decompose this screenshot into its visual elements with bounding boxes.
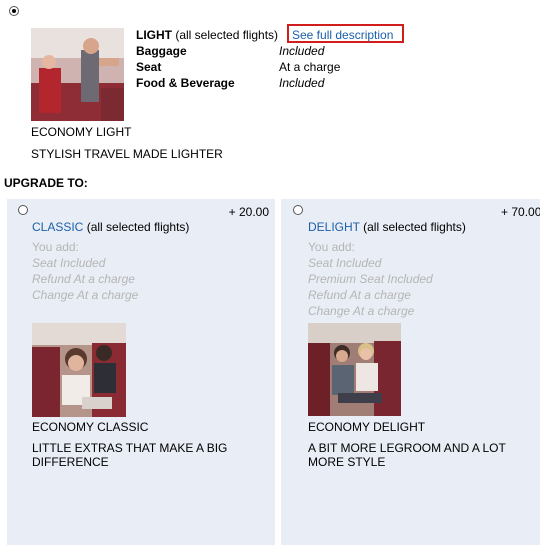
baggage-value: Included <box>279 44 325 58</box>
fare-scope: (all selected flights) <box>175 28 279 42</box>
see-full-description-link[interactable]: See full description <box>292 28 393 42</box>
delight-title: DELIGHT (all selected flights) <box>308 220 466 234</box>
upgrade-option-delight[interactable]: + 70.00 DELIGHT (all selected flights) Y… <box>281 199 540 545</box>
upgrade-heading: UPGRADE TO: <box>4 176 88 190</box>
delight-feature: Change At a charge <box>308 304 415 318</box>
seat-label: Seat <box>136 60 162 74</box>
economy-classic-title: ECONOMY CLASSIC <box>32 420 149 434</box>
economy-classic-tagline: LITTLE EXTRAS THAT MAKE A BIG DIFFERENCE <box>32 441 228 469</box>
classic-name: CLASSIC <box>32 220 84 234</box>
classic-scope: (all selected flights) <box>86 220 190 234</box>
delight-feature: Refund At a charge <box>308 288 411 302</box>
economy-light-tagline: STYLISH TRAVEL MADE LIGHTER <box>31 147 223 161</box>
economy-delight-photo <box>308 323 401 416</box>
baggage-label: Baggage <box>136 44 187 58</box>
upgrade-option-classic[interactable]: + 20.00 CLASSIC (all selected flights) Y… <box>7 199 275 545</box>
delight-name: DELIGHT <box>308 220 360 234</box>
classic-feature: Refund At a charge <box>32 272 135 286</box>
classic-title: CLASSIC (all selected flights) <box>32 220 189 234</box>
food-beverage-value: Included <box>279 76 325 90</box>
economy-delight-tagline: A BIT MORE LEGROOM AND A LOT MORE STYLE <box>308 441 506 469</box>
fare-light-radio[interactable] <box>9 6 19 16</box>
delight-you-add: You add: <box>308 240 355 254</box>
classic-price: + 20.00 <box>228 205 269 219</box>
classic-radio[interactable] <box>18 205 28 215</box>
current-fare-heading: LIGHT (all selected flights) <box>136 28 278 42</box>
delight-feature: Premium Seat Included <box>308 272 433 286</box>
economy-classic-photo <box>32 323 126 417</box>
classic-feature: Change At a charge <box>32 288 139 302</box>
fare-name: LIGHT <box>136 28 172 42</box>
delight-feature: Seat Included <box>308 256 382 270</box>
delight-scope: (all selected flights) <box>363 220 466 234</box>
classic-you-add: You add: <box>32 240 79 254</box>
economy-delight-title: ECONOMY DELIGHT <box>308 420 426 434</box>
classic-feature: Seat Included <box>32 256 106 270</box>
economy-light-photo <box>31 28 124 121</box>
delight-price: + 70.00 <box>501 205 540 219</box>
economy-light-title: ECONOMY LIGHT <box>31 125 132 139</box>
seat-value: At a charge <box>279 60 341 74</box>
delight-radio[interactable] <box>293 205 303 215</box>
food-beverage-label: Food & Beverage <box>136 76 235 90</box>
